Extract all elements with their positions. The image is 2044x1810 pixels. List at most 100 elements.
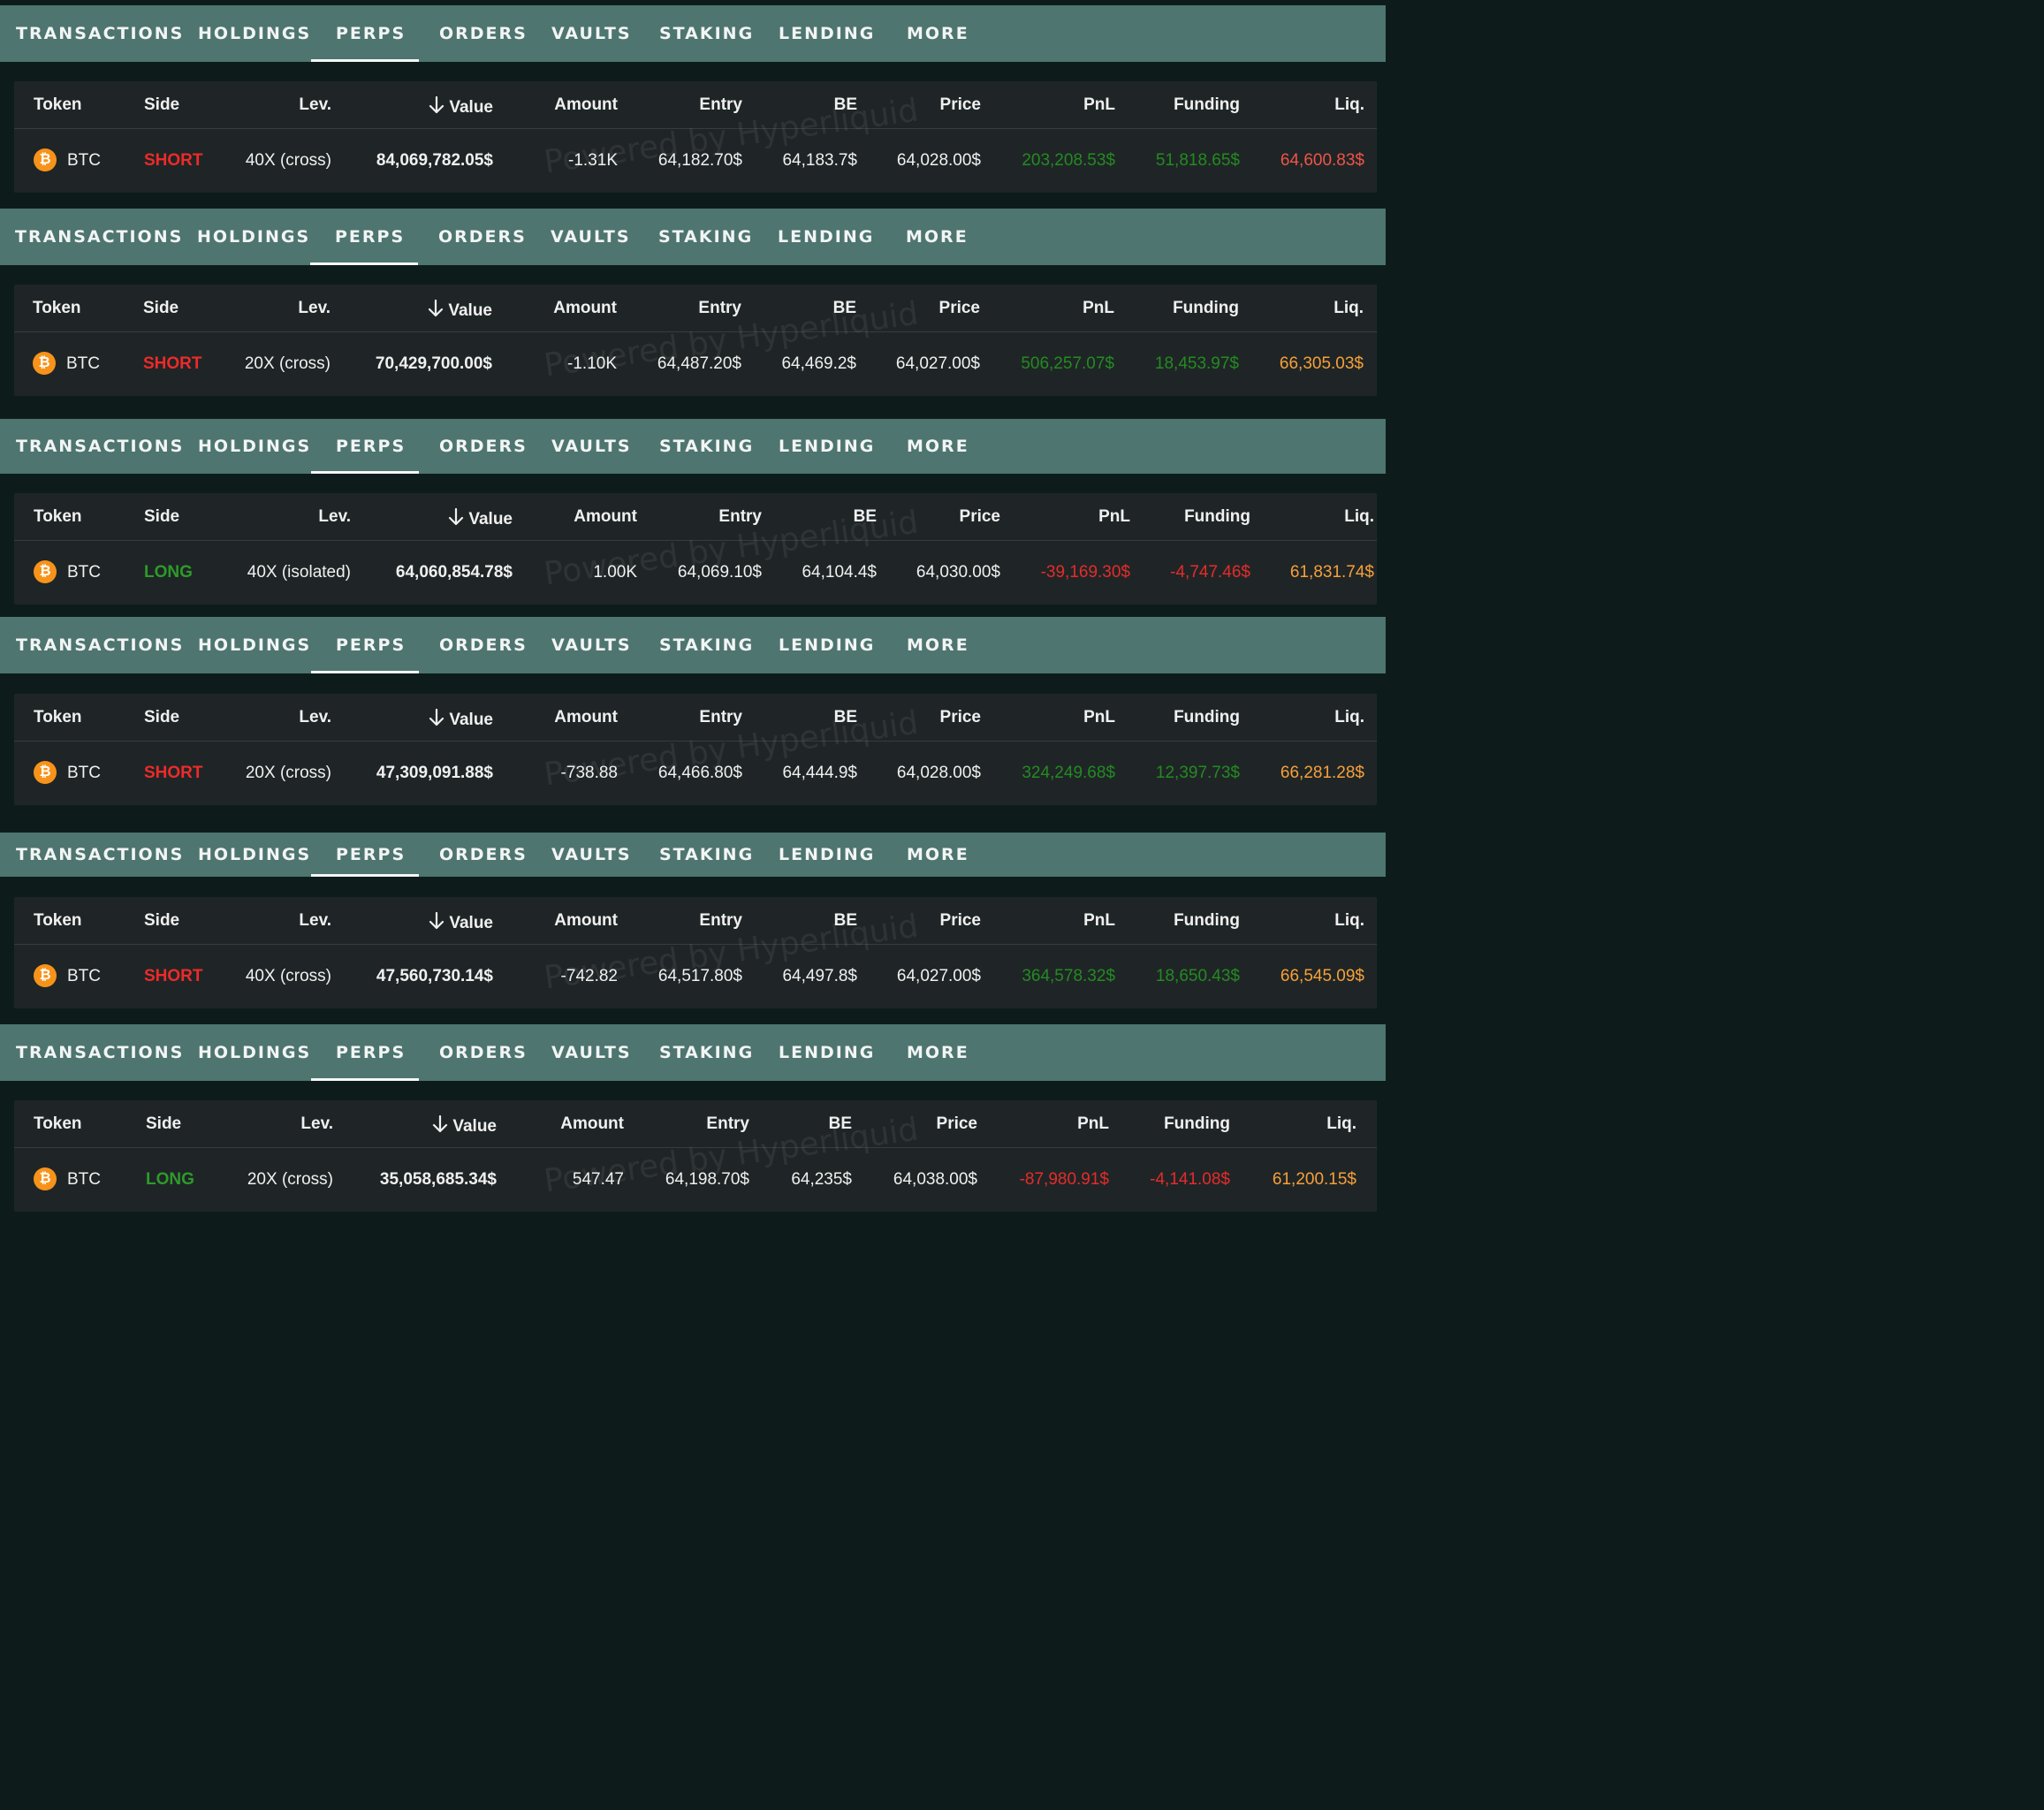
header-token[interactable]: Token — [34, 1114, 82, 1134]
tab-vaults[interactable]: VAULTS — [551, 209, 631, 265]
tab-orders[interactable]: ORDERS — [438, 209, 527, 265]
tab-holdings[interactable]: HOLDINGS — [198, 5, 311, 62]
tab-vaults[interactable]: VAULTS — [551, 833, 632, 877]
tab-staking[interactable]: STAKING — [658, 209, 753, 265]
tab-staking[interactable]: STAKING — [659, 5, 754, 62]
leverage-value: 20X (cross) — [245, 764, 331, 782]
tab-transactions[interactable]: TRANSACTIONS — [16, 617, 184, 673]
header-value-sorted[interactable]: Value — [353, 507, 513, 532]
tab-perps[interactable]: PERPS — [336, 5, 406, 62]
tab-transactions[interactable]: TRANSACTIONS — [15, 209, 183, 265]
leverage-value: 40X (cross) — [245, 967, 331, 985]
tab-vaults[interactable]: VAULTS — [551, 1024, 632, 1081]
header-liquidation[interactable]: Liq. — [1197, 1114, 1356, 1134]
header-value-sorted[interactable]: Value — [334, 708, 493, 733]
tab-transactions[interactable]: TRANSACTIONS — [16, 5, 184, 62]
tab-staking[interactable]: STAKING — [659, 1024, 754, 1081]
bitcoin-icon: ₿ — [34, 148, 57, 171]
header-leverage[interactable]: Lev. — [174, 1114, 333, 1134]
positions-table: Token Side Lev. Amount Entry BE Price PnL Fundin… — [14, 81, 1377, 193]
tab-staking[interactable]: STAKING — [659, 419, 754, 474]
tab-holdings[interactable]: HOLDINGS — [198, 419, 311, 474]
tab-lending[interactable]: LENDING — [779, 419, 875, 474]
header-side[interactable]: Side — [144, 507, 179, 527]
token-symbol: BTC — [67, 1170, 101, 1189]
tab-more[interactable]: MORE — [907, 5, 969, 62]
leverage-value: 20X (cross) — [244, 354, 331, 373]
header-token[interactable]: Token — [33, 299, 81, 318]
header-token[interactable]: Token — [34, 95, 82, 115]
tab-lending[interactable]: LENDING — [779, 617, 875, 673]
sort-descending-arrow-icon[interactable] — [428, 95, 445, 120]
token-symbol: BTC — [66, 354, 100, 373]
tab-orders[interactable]: ORDERS — [439, 833, 528, 877]
header-liquidation[interactable]: Liq. — [1205, 708, 1364, 727]
sort-descending-arrow-icon[interactable] — [428, 911, 445, 936]
tab-transactions[interactable]: TRANSACTIONS — [16, 833, 184, 877]
header-value-label: Value — [449, 914, 493, 932]
header-leverage[interactable]: Lev. — [172, 911, 331, 931]
tab-perps[interactable]: PERPS — [336, 833, 406, 877]
header-liquidation[interactable]: Liq. — [1215, 507, 1374, 527]
liquidation-price: 61,200.15$ — [1272, 1170, 1356, 1189]
active-tab-indicator — [311, 59, 419, 62]
tab-perps[interactable]: PERPS — [335, 209, 405, 265]
header-leverage[interactable]: Lev. — [172, 708, 331, 727]
tab-vaults[interactable]: VAULTS — [551, 5, 632, 62]
bitcoin-icon: ₿ — [34, 1167, 57, 1190]
tab-perps[interactable]: PERPS — [336, 419, 406, 474]
table-header: Token Side Lev. Amount Entry BE Price PnL Fundin… — [14, 1100, 1377, 1148]
header-liquidation[interactable]: Liq. — [1204, 299, 1364, 318]
tab-more[interactable]: MORE — [907, 833, 969, 877]
tab-lending[interactable]: LENDING — [779, 833, 875, 877]
header-liquidation[interactable]: Liq. — [1205, 95, 1364, 115]
header-token[interactable]: Token — [34, 507, 82, 527]
tab-staking[interactable]: STAKING — [659, 617, 754, 673]
header-leverage[interactable]: Lev. — [192, 507, 351, 527]
positions-table: Token Side Lev. Amount Entry BE Price PnL Fundin… — [14, 1100, 1377, 1212]
sort-descending-arrow-icon[interactable] — [428, 708, 445, 733]
sort-descending-arrow-icon[interactable] — [431, 1114, 449, 1139]
tab-lending[interactable]: LENDING — [779, 5, 875, 62]
tab-orders[interactable]: ORDERS — [439, 5, 528, 62]
header-value-sorted[interactable]: Value — [338, 1114, 497, 1139]
header-value-sorted[interactable]: Value — [334, 911, 493, 936]
tab-lending[interactable]: LENDING — [779, 1024, 875, 1081]
tab-holdings[interactable]: HOLDINGS — [198, 1024, 311, 1081]
tab-bar: TRANSACTIONS HOLDINGS PERPS ORDERS VAULTS STA… — [0, 1024, 1386, 1081]
tab-orders[interactable]: ORDERS — [439, 419, 528, 474]
positions-table: Token Side Lev. Amount Entry BE Price PnL Fundin… — [14, 694, 1377, 805]
tab-orders[interactable]: ORDERS — [439, 617, 528, 673]
tab-holdings[interactable]: HOLDINGS — [198, 617, 311, 673]
tab-vaults[interactable]: VAULTS — [551, 419, 632, 474]
tab-more[interactable]: MORE — [907, 419, 969, 474]
tab-more[interactable]: MORE — [907, 1024, 969, 1081]
tab-more[interactable]: MORE — [907, 617, 969, 673]
tab-holdings[interactable]: HOLDINGS — [197, 209, 310, 265]
header-leverage[interactable]: Lev. — [172, 95, 331, 115]
header-token[interactable]: Token — [34, 708, 82, 727]
tab-perps[interactable]: PERPS — [336, 1024, 406, 1081]
tab-perps[interactable]: PERPS — [336, 617, 406, 673]
active-tab-indicator — [310, 262, 418, 265]
header-leverage[interactable]: Lev. — [171, 299, 331, 318]
sort-descending-arrow-icon[interactable] — [427, 299, 445, 323]
tab-staking[interactable]: STAKING — [659, 833, 754, 877]
tab-holdings[interactable]: HOLDINGS — [198, 833, 311, 877]
header-value-sorted[interactable]: Value — [334, 95, 493, 120]
header-token[interactable]: Token — [34, 911, 82, 931]
sort-descending-arrow-icon[interactable] — [447, 507, 465, 532]
tab-vaults[interactable]: VAULTS — [551, 617, 632, 673]
header-value-sorted[interactable]: Value — [333, 299, 492, 323]
tab-orders[interactable]: ORDERS — [439, 1024, 528, 1081]
tab-transactions[interactable]: TRANSACTIONS — [16, 419, 184, 474]
header-liquidation[interactable]: Liq. — [1205, 911, 1364, 931]
tab-transactions[interactable]: TRANSACTIONS — [16, 1024, 184, 1081]
liquidation-price: 66,281.28$ — [1280, 764, 1364, 782]
leverage-value: 20X (cross) — [247, 1170, 333, 1189]
tab-more[interactable]: MORE — [906, 209, 969, 265]
header-value-label: Value — [468, 510, 513, 529]
tab-lending[interactable]: LENDING — [778, 209, 874, 265]
table-header: Token Side Lev. Amount Entry BE Price PnL Fundin… — [14, 897, 1377, 945]
positions-table: Token Side Lev. Amount Entry BE Price PnL Fundin… — [14, 493, 1377, 605]
